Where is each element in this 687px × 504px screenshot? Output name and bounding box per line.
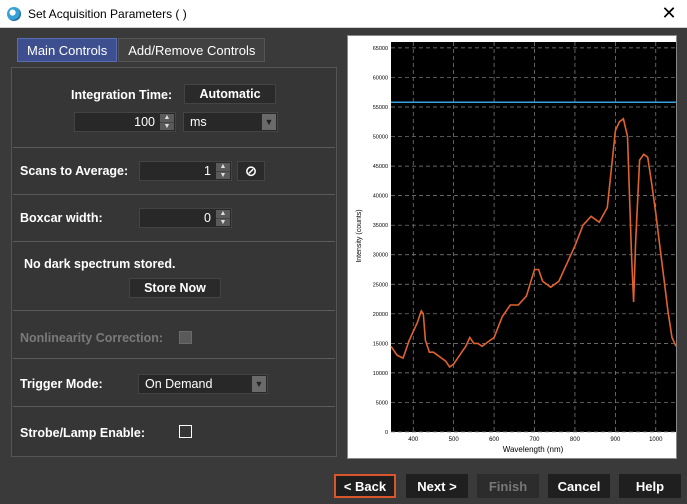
y-tick-label: 5000 [376,400,388,406]
y-tick-label: 45000 [373,164,388,170]
nonlinearity-correction-label: Nonlinearity Correction: [20,331,164,345]
integration-time-input[interactable]: 100 ▲ ▼ [74,112,176,132]
boxcar-width-input[interactable]: 0 ▲ ▼ [139,208,232,228]
trigger-mode-select[interactable]: On Demand ▼ [138,374,268,394]
integration-unit-select[interactable]: ms ▼ [183,112,278,132]
y-tick-label: 10000 [373,371,388,377]
y-tick-label: 40000 [373,194,388,200]
y-tick-label: 60000 [373,75,388,81]
scans-section: Scans to Average: 1 ▲ ▼ ⊘ [13,148,335,195]
scans-value: 1 [204,164,211,178]
scans-stepper[interactable]: ▲ ▼ [216,163,230,181]
y-tick-label: 30000 [373,253,388,259]
tab-add-remove-controls[interactable]: Add/Remove Controls [118,38,266,62]
tab-bar: Main Controls Add/Remove Controls [17,38,266,62]
strobe-lamp-enable-label: Strobe/Lamp Enable: [20,426,146,440]
tab-main-controls[interactable]: Main Controls [17,38,118,62]
finish-button[interactable]: Finish [477,474,539,498]
window-title: Set Acquisition Parameters ( ) [28,6,187,21]
plot-area [391,42,676,432]
scans-to-average-input[interactable]: 1 ▲ ▼ [139,161,232,181]
chevron-down-icon[interactable]: ▼ [262,114,276,130]
y-tick-label: 0 [385,430,388,436]
nonlinearity-checkbox[interactable] [179,331,192,344]
boxcar-value: 0 [204,211,211,225]
automatic-button[interactable]: Automatic [184,84,276,104]
close-icon[interactable]: ✕ [659,3,679,23]
y-tick-label: 20000 [373,312,388,318]
up-arrow-icon[interactable]: ▲ [216,163,230,172]
up-arrow-icon[interactable]: ▲ [160,114,174,123]
boxcar-stepper[interactable]: ▲ ▼ [216,210,230,228]
reset-null-icon[interactable]: ⊘ [237,161,265,181]
boxcar-section: Boxcar width: 0 ▲ ▼ [13,195,335,242]
x-tick-label: 400 [408,437,419,443]
store-now-button[interactable]: Store Now [129,278,221,298]
y-tick-label: 50000 [373,135,388,141]
spectrum-chart: 0 5000 10000 15000 20000 25000 30000 35000 40000… [347,35,677,459]
trigger-section: Trigger Mode: On Demand ▼ [13,359,335,407]
trigger-mode-label: Trigger Mode: [20,377,103,391]
y-tick-label: 35000 [373,223,388,229]
y-tick-label: 65000 [373,46,388,52]
down-arrow-icon[interactable]: ▼ [216,172,230,181]
dark-spectrum-section: No dark spectrum stored. Store Now [13,242,335,311]
integration-time-value: 100 [134,115,155,129]
dark-spectrum-status: No dark spectrum stored. [24,257,176,271]
x-tick-label: 800 [570,437,581,443]
help-button[interactable]: Help [619,474,681,498]
strobe-lamp-checkbox[interactable] [179,425,192,438]
x-tick-label: 900 [610,437,621,443]
up-arrow-icon[interactable]: ▲ [216,210,230,219]
integration-section: Integration Time: Automatic 100 ▲ ▼ ms ▼ [13,68,335,148]
main-controls-panel: Integration Time: Automatic 100 ▲ ▼ ms ▼ … [11,67,337,457]
integration-stepper[interactable]: ▲ ▼ [160,114,174,132]
y-tick-label: 25000 [373,282,388,288]
spectrum-chart-svg: 0 5000 10000 15000 20000 25000 30000 35000 40000… [356,42,677,454]
y-tick-label: 15000 [373,341,388,347]
x-tick-label: 500 [449,437,460,443]
x-tick-label: 600 [489,437,500,443]
x-tick-label: 700 [530,437,541,443]
chevron-down-icon[interactable]: ▼ [252,376,266,392]
cancel-button[interactable]: Cancel [548,474,610,498]
title-bar: Set Acquisition Parameters ( ) ✕ [0,0,687,28]
down-arrow-icon[interactable]: ▼ [216,219,230,228]
trigger-mode-value: On Demand [145,377,213,391]
y-tick-label: 55000 [373,105,388,111]
app-logo-icon [7,6,21,21]
x-axis-label: Wavelength (nm) [503,445,564,454]
boxcar-width-label: Boxcar width: [20,211,103,225]
strobe-section: Strobe/Lamp Enable: [13,407,335,456]
nonlinearity-section: Nonlinearity Correction: [13,311,335,359]
y-axis-label: Intensity (counts) [356,209,363,262]
integration-unit-value: ms [190,115,207,129]
back-button[interactable]: < Back [334,474,396,498]
down-arrow-icon[interactable]: ▼ [160,123,174,132]
next-button[interactable]: Next > [406,474,468,498]
integration-time-label: Integration Time: [71,88,173,102]
x-tick-label: 1000 [649,437,663,443]
scans-to-average-label: Scans to Average: [20,164,129,178]
